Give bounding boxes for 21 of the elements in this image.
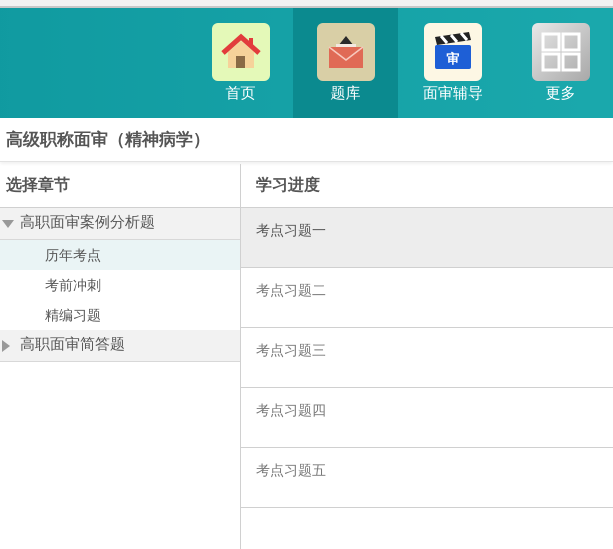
- nav-tab[interactable]: 更多: [508, 8, 613, 118]
- section-item[interactable]: 精编习题: [0, 300, 240, 330]
- column-header: 学习进度: [256, 175, 320, 196]
- exercise-item[interactable]: 考点习题一: [241, 208, 613, 268]
- page-title: 高级职称面审（精神病学）: [6, 128, 210, 151]
- collapse-caret-icon: [2, 220, 14, 228]
- chapter-item[interactable]: 高职面审案例分析题: [0, 208, 240, 240]
- chapter-label: 高职面审简答题: [20, 335, 125, 356]
- clapperboard-label: 审: [446, 52, 460, 66]
- column-header: 选择章节: [6, 175, 70, 196]
- nav-tab[interactable]: 审 面审辅导: [398, 8, 508, 118]
- nav-tab[interactable]: 首页: [188, 8, 293, 118]
- section-item[interactable]: 考前冲刺: [0, 270, 240, 300]
- section-item[interactable]: 历年考点: [0, 240, 240, 270]
- grid-icon: [532, 22, 590, 81]
- chapter-item[interactable]: 高职面审简答题: [0, 330, 240, 362]
- envelope-icon: [316, 22, 374, 81]
- nav-tab[interactable]: 题库: [293, 8, 398, 118]
- house-icon: [212, 22, 270, 81]
- chapter-label: 高职面审案例分析题: [20, 213, 155, 234]
- expand-caret-icon: [2, 340, 10, 352]
